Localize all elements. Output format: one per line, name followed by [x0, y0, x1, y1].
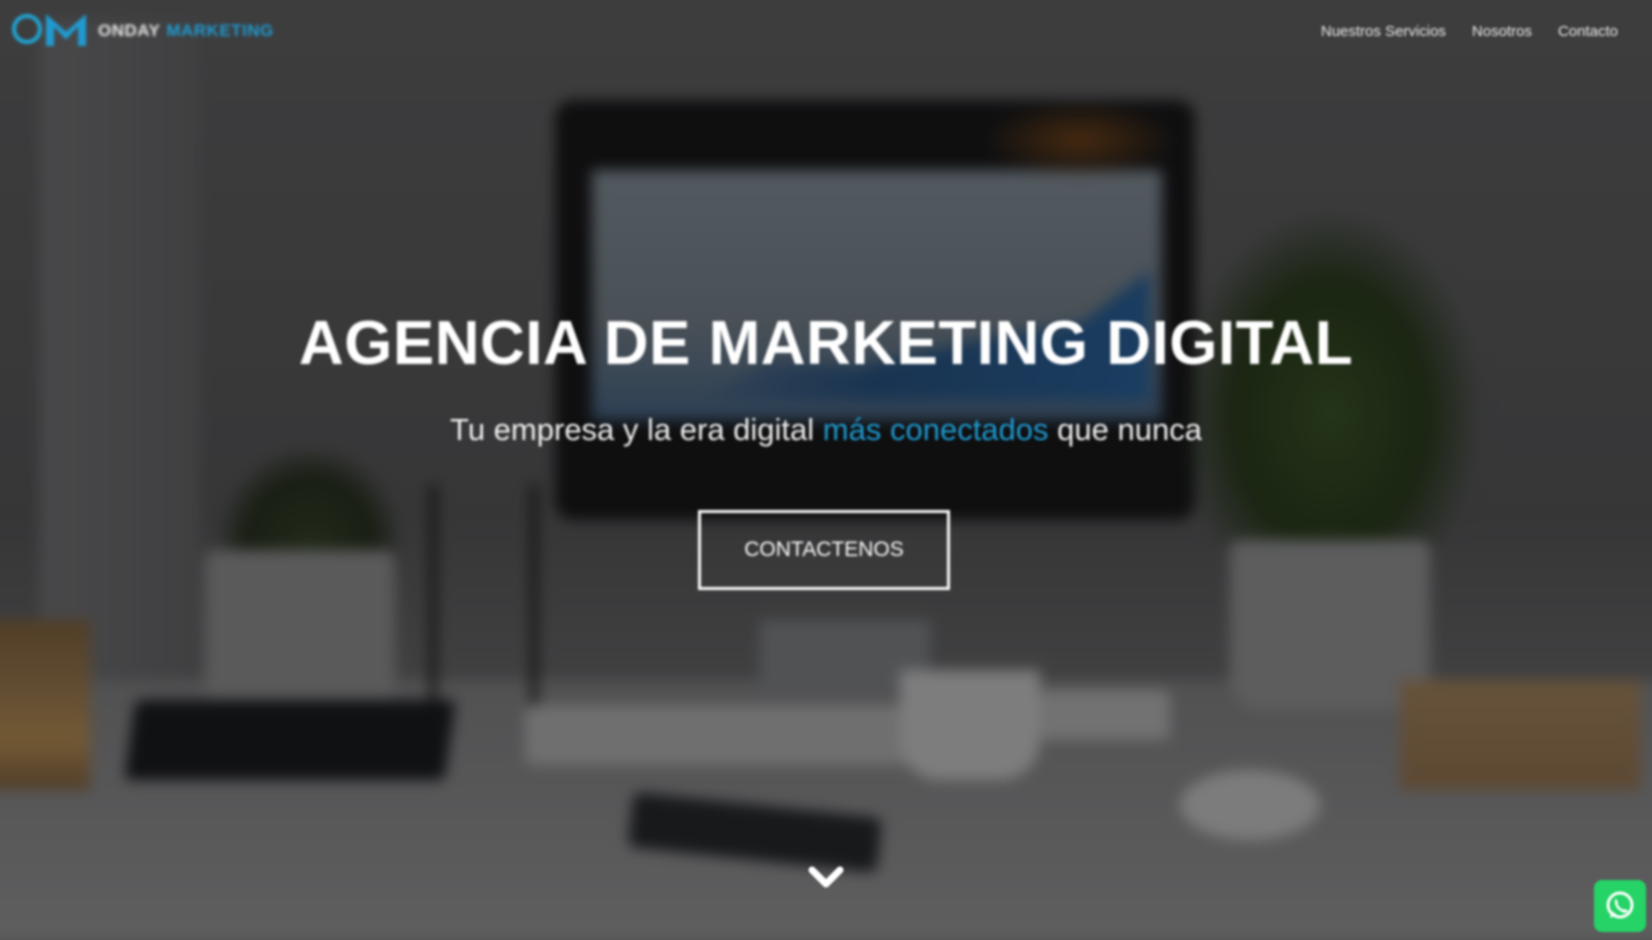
- chevron-down-icon[interactable]: [806, 862, 846, 892]
- hero-section: AGENCIA DE MARKETING DIGITAL Tu empresa …: [0, 0, 1652, 940]
- hero-subtitle-end: que nunca: [1048, 412, 1202, 447]
- hero-subtitle-start: Tu empresa y la era digital: [450, 412, 823, 447]
- page: ONDAY MARKETING Nuestros Servicios Nosot…: [0, 0, 1652, 940]
- hero-subtitle-accent: más conectados: [822, 412, 1049, 447]
- contact-cta-button[interactable]: CONTACTENOS: [698, 510, 950, 590]
- whatsapp-icon[interactable]: [1594, 880, 1646, 932]
- hero-subtitle: Tu empresa y la era digital más conectad…: [0, 412, 1652, 448]
- hero-title: AGENCIA DE MARKETING DIGITAL: [298, 309, 1354, 378]
